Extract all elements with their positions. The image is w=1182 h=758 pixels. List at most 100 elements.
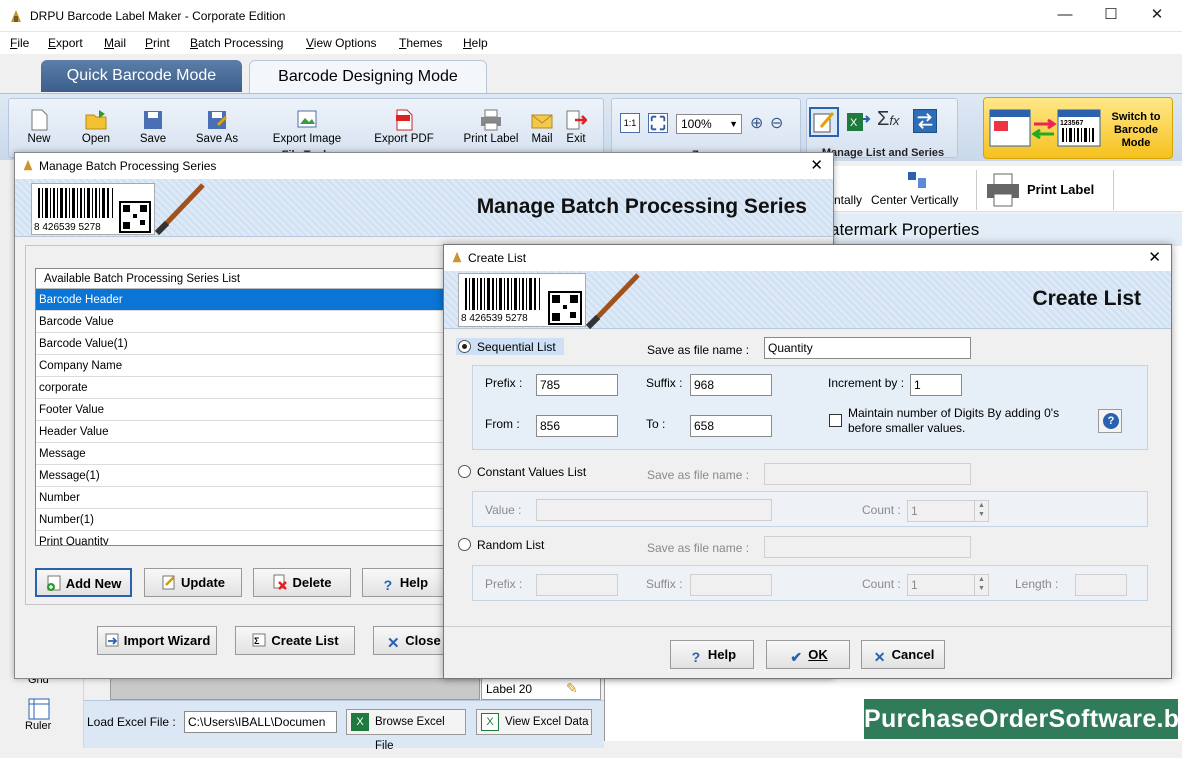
app-icon — [11, 10, 21, 22]
close-button[interactable]: ✕ Close — [373, 626, 453, 655]
list-item[interactable]: Barcode Header — [36, 289, 446, 311]
menu-help[interactable]: Help — [463, 36, 488, 50]
random-list-radio[interactable] — [458, 538, 471, 551]
constant-values-radio[interactable] — [458, 465, 471, 478]
zoom-level-select[interactable]: 100% ▼ — [676, 114, 742, 134]
mail-button[interactable]: Mail — [527, 109, 557, 145]
switch-sample-number: 123567 — [1060, 120, 1084, 127]
suffix-input[interactable]: 968 — [690, 374, 772, 396]
stepper-arrows-icon[interactable]: ▲ ▼ — [974, 501, 988, 521]
random-file-name-input[interactable] — [764, 536, 971, 558]
list-item[interactable]: Barcode Value — [36, 311, 446, 333]
open-button[interactable]: Open — [75, 109, 117, 145]
list-item[interactable]: Barcode Value(1) — [36, 333, 446, 355]
random-prefix-label: Prefix : — [485, 577, 523, 591]
browse-excel-button[interactable]: X Browse Excel File — [346, 709, 466, 752]
maintain-help-button[interactable]: ? — [1098, 409, 1122, 433]
cancel-label: Cancel — [891, 647, 935, 662]
pencil-icon[interactable]: ✎ — [566, 680, 578, 697]
import-wizard-button[interactable]: Import Wizard — [97, 626, 217, 655]
menu-print[interactable]: Print — [145, 36, 170, 50]
menu-mail[interactable]: Mail — [104, 36, 126, 50]
view-excel-data-button[interactable]: X View Excel Data — [476, 709, 592, 735]
switch-mode-label: Switch to Barcode Mode — [1111, 111, 1161, 149]
ruler-label[interactable]: Ruler — [25, 720, 51, 732]
random-suffix-input[interactable] — [690, 574, 772, 596]
random-prefix-input[interactable] — [536, 574, 618, 596]
swap-icon[interactable] — [913, 109, 937, 133]
menu-file[interactable]: File — [10, 36, 29, 50]
increment-input[interactable]: 1 — [910, 374, 962, 396]
switch-to-barcode-mode-button[interactable]: 123567 Switch to Barcode Mode — [983, 97, 1173, 159]
close-icon[interactable]: ✕ — [1148, 245, 1161, 271]
from-input[interactable]: 856 — [536, 415, 618, 437]
menu-batch-processing[interactable]: Batch Processing — [190, 36, 283, 50]
menu-themes[interactable]: Themes — [399, 36, 442, 50]
list-item[interactable]: corporate — [36, 377, 446, 399]
dialog-banner-title: Manage Batch Processing Series — [476, 195, 807, 218]
manage-batch-series-button[interactable] — [809, 107, 839, 137]
formula-icon[interactable]: Σfx — [877, 108, 900, 131]
save-button[interactable]: Save — [133, 109, 173, 145]
list-item[interactable]: Footer Value — [36, 399, 446, 421]
excel-import-button[interactable]: X — [845, 109, 871, 135]
close-label: Close — [405, 633, 441, 648]
new-button[interactable]: New — [19, 109, 59, 145]
random-length-input[interactable] — [1075, 574, 1127, 596]
center-vertically-button[interactable]: Center Vertically — [871, 193, 958, 207]
to-input[interactable]: 658 — [690, 415, 772, 437]
random-count-stepper[interactable]: 1 ▲ ▼ — [907, 574, 989, 596]
delete-button[interactable]: Delete — [253, 568, 351, 597]
ruler-icon[interactable] — [28, 698, 50, 720]
exit-button[interactable]: Exit — [561, 109, 591, 145]
add-new-button[interactable]: Add New — [35, 568, 132, 597]
constant-count-stepper[interactable]: 1 ▲ ▼ — [907, 500, 989, 522]
constant-value-input[interactable] — [536, 499, 772, 521]
random-list-label: Random List — [477, 538, 545, 552]
sequential-file-name-input[interactable]: Quantity — [764, 337, 971, 359]
print-label-button[interactable]: Print Label — [459, 109, 523, 145]
update-button[interactable]: Update — [144, 568, 242, 597]
list-item[interactable]: Message(1) — [36, 465, 446, 487]
menu-view-options[interactable]: View Options — [306, 36, 377, 50]
minimize-button[interactable]: — — [1042, 0, 1088, 31]
close-window-button[interactable]: ✕ — [1134, 0, 1180, 31]
save-as-button[interactable]: Save As — [191, 109, 243, 145]
zoom-actual-size-button[interactable]: 1:1 — [620, 113, 640, 133]
list-item[interactable]: Print Quantity — [36, 531, 446, 545]
prefix-input[interactable]: 785 — [536, 374, 618, 396]
list-item[interactable]: Number — [36, 487, 446, 509]
new-file-icon — [31, 109, 48, 131]
export-pdf-button[interactable]: Export PDF — [369, 109, 439, 145]
tab-barcode-designing-mode[interactable]: Barcode Designing Mode — [249, 60, 487, 94]
help-button[interactable]: ? Help — [362, 568, 446, 597]
list-item[interactable]: Number(1) — [36, 509, 446, 531]
label-20-row[interactable]: Label 20 ✎ — [481, 678, 601, 700]
sequential-list-radio[interactable] — [458, 340, 471, 353]
suffix-label: Suffix : — [646, 376, 683, 390]
center-horizontally-label[interactable]: ntally — [834, 193, 862, 207]
stepper-arrows-icon[interactable]: ▲ ▼ — [974, 575, 988, 595]
maximize-button[interactable]: ☐ — [1088, 0, 1134, 31]
zoom-in-icon[interactable]: ⊕ — [750, 113, 763, 133]
help-button[interactable]: ? Help — [670, 640, 754, 669]
barcode-number: 8 426539 5278 — [34, 222, 101, 233]
constant-file-name-input[interactable] — [764, 463, 971, 485]
help-icon: ? — [691, 649, 701, 665]
ok-button[interactable]: ✔ OK — [766, 640, 850, 669]
menu-export[interactable]: Export — [48, 36, 83, 50]
list-item[interactable]: Message — [36, 443, 446, 465]
zoom-fit-button[interactable] — [648, 113, 668, 133]
list-item[interactable]: Company Name — [36, 355, 446, 377]
add-icon — [46, 575, 61, 591]
create-list-button[interactable]: Σ Create List — [235, 626, 355, 655]
export-image-button[interactable]: Export Image — [265, 109, 349, 145]
zoom-out-icon[interactable]: ⊖ — [770, 113, 783, 133]
maintain-digits-checkbox[interactable] — [829, 414, 842, 427]
list-item[interactable]: Header Value — [36, 421, 446, 443]
excel-path-field[interactable]: C:\Users\IBALL\Documen — [184, 711, 337, 733]
cancel-button[interactable]: ✕ Cancel — [861, 640, 945, 669]
tab-quick-barcode-mode[interactable]: Quick Barcode Mode — [41, 60, 242, 92]
close-icon[interactable]: ✕ — [810, 153, 823, 179]
print-label-big-button[interactable]: Print Label — [976, 170, 1114, 210]
